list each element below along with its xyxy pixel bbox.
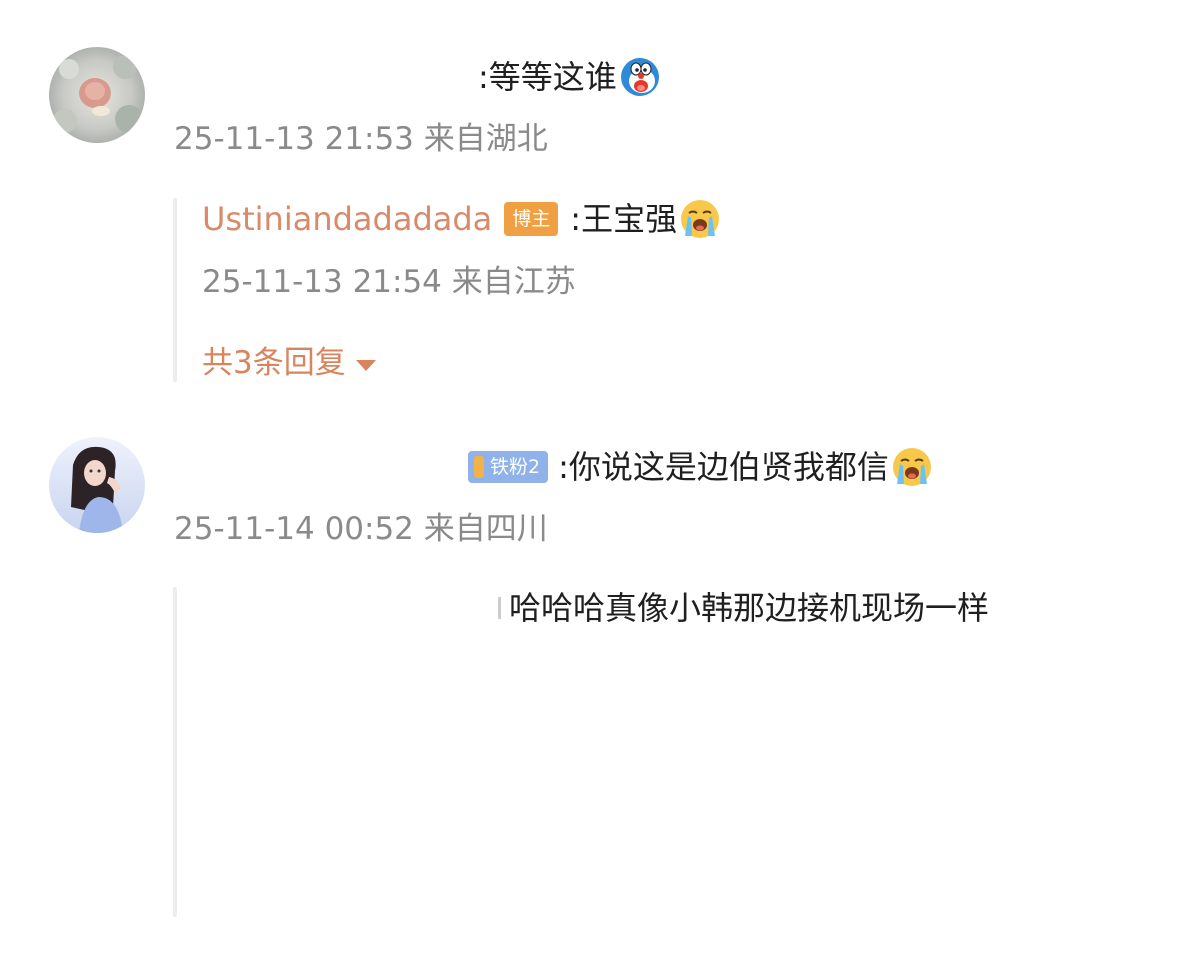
reply-time: 25-11-13 21:54 <box>202 264 442 300</box>
reply-text: 哈哈哈真像小韩那边接机现场一样 <box>498 588 989 628</box>
doraemon-emoji-icon <box>619 56 661 98</box>
comment-meta: 25-11-14 00:52 来自四川 <box>174 509 548 549</box>
reply-text: Ustiniandadadada 博主 :王宝强 <box>202 198 721 240</box>
reply-divider <box>173 587 177 917</box>
reply-meta: 25-11-13 21:54 来自江苏 <box>202 262 576 302</box>
comment-body: :等等这谁 <box>478 58 617 96</box>
blogger-badge: 博主 <box>504 202 559 236</box>
comment-meta: 25-11-13 21:53 来自湖北 <box>174 119 548 159</box>
reply-body: 哈哈哈真像小韩那边接机现场一样 <box>509 589 990 627</box>
crying-emoji-icon <box>891 446 933 488</box>
reply-count-label: 共3条回复 <box>202 345 346 381</box>
fan-badge-icon <box>474 456 484 478</box>
comment-text: 铁粉2 :你说这是边伯贤我都信 <box>468 446 933 488</box>
text-cursor-mark <box>498 597 501 619</box>
reply-divider <box>173 198 177 382</box>
comment-time: 25-11-14 00:52 <box>174 511 414 547</box>
girl-portrait-avatar-icon <box>49 437 145 533</box>
caret-down-icon <box>355 359 376 371</box>
fan-badge-label: 铁粉2 <box>490 456 541 478</box>
avatar[interactable] <box>49 437 145 533</box>
comment-text: :等等这谁 <box>478 56 661 98</box>
avatar[interactable] <box>49 47 145 143</box>
comment-time: 25-11-13 21:53 <box>174 121 414 157</box>
flower-avatar-icon <box>49 47 145 143</box>
crying-emoji-icon <box>679 198 721 240</box>
comment-body: :你说这是边伯贤我都信 <box>558 448 889 486</box>
reply-body: :王宝强 <box>570 200 678 238</box>
fan-badge: 铁粉2 <box>468 451 549 483</box>
comment-location: 来自四川 <box>423 511 548 547</box>
reply-username[interactable]: Ustiniandadadada <box>202 199 492 239</box>
view-replies-button[interactable]: 共3条回复 <box>202 343 376 383</box>
comment-location: 来自湖北 <box>423 121 548 157</box>
reply-location: 来自江苏 <box>451 264 576 300</box>
